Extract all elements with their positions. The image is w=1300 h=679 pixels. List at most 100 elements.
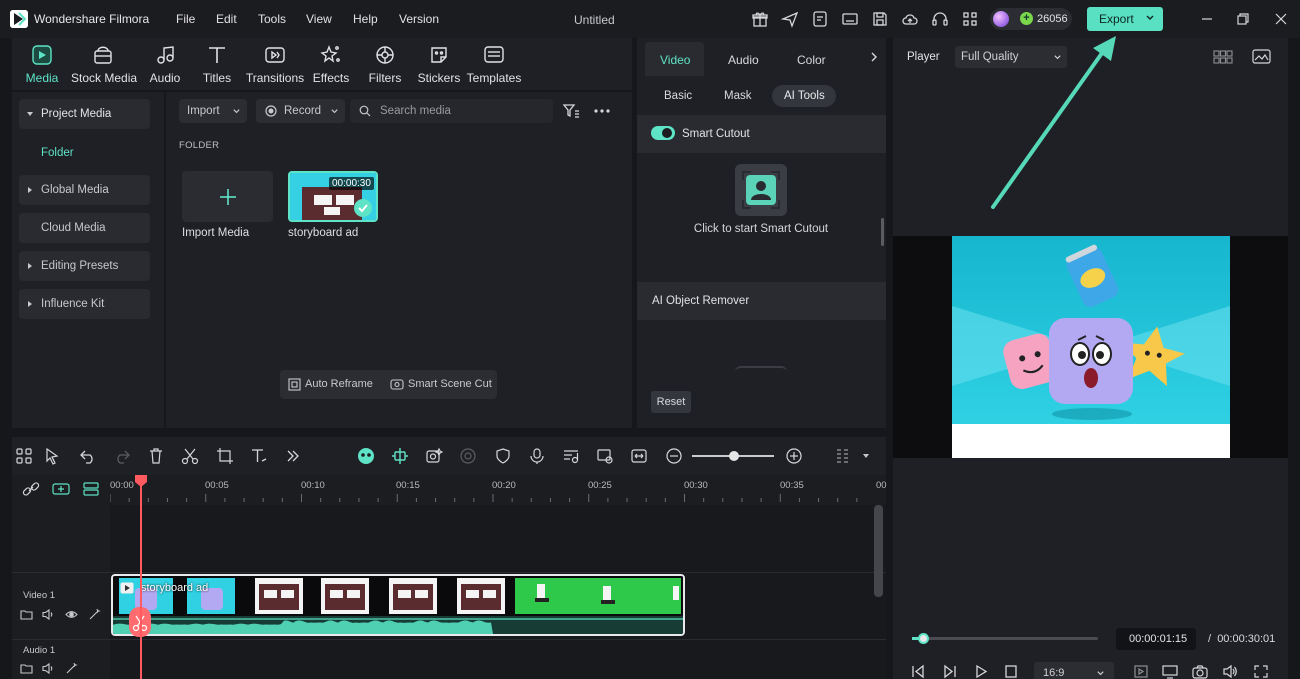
tab-video[interactable]: Video bbox=[660, 53, 690, 67]
save-icon[interactable] bbox=[871, 10, 889, 28]
picture-settings-icon[interactable] bbox=[596, 447, 614, 465]
import-dropdown[interactable]: Import bbox=[179, 99, 247, 123]
render-preview-icon[interactable] bbox=[1133, 664, 1149, 679]
select-cursor-icon[interactable] bbox=[44, 447, 62, 465]
filter-sort-icon[interactable] bbox=[562, 102, 580, 120]
credits-badge[interactable]: + 26056 bbox=[990, 8, 1072, 30]
headset-icon[interactable] bbox=[931, 10, 949, 28]
export-button[interactable]: Export bbox=[1087, 7, 1163, 31]
ai-face-icon[interactable] bbox=[357, 447, 375, 465]
menu-tools[interactable]: Tools bbox=[258, 12, 286, 26]
minimize-icon[interactable] bbox=[1198, 10, 1216, 28]
aspect-ratio-dropdown[interactable]: 16:9 bbox=[1034, 662, 1114, 679]
document-check-icon[interactable] bbox=[811, 10, 829, 28]
eye-icon[interactable] bbox=[65, 608, 78, 621]
more-tools-chevron-icon[interactable] bbox=[284, 447, 302, 465]
playhead-handle[interactable] bbox=[135, 475, 147, 487]
search-input[interactable] bbox=[380, 103, 540, 119]
record-dropdown[interactable]: Record bbox=[256, 99, 345, 123]
volume-icon[interactable] bbox=[1222, 664, 1238, 679]
zoom-slider-handle[interactable] bbox=[729, 451, 739, 461]
undo-icon[interactable] bbox=[79, 447, 97, 465]
auto-reframe-button[interactable]: Auto Reframe bbox=[305, 378, 373, 390]
redo-icon[interactable] bbox=[113, 447, 131, 465]
display-settings-icon[interactable] bbox=[1162, 664, 1178, 679]
fit-timeline-icon[interactable] bbox=[630, 447, 648, 465]
layout-grid-icon[interactable] bbox=[15, 447, 33, 465]
grid-view-icon[interactable] bbox=[1213, 49, 1233, 65]
smart-cutout-toggle[interactable] bbox=[651, 126, 675, 140]
reset-button[interactable]: Reset bbox=[651, 391, 691, 413]
tab-media[interactable]: Media bbox=[10, 44, 74, 88]
snap-magnet-icon[interactable] bbox=[391, 447, 409, 465]
next-frame-icon[interactable] bbox=[942, 664, 958, 679]
playhead[interactable] bbox=[140, 480, 142, 679]
maximize-icon[interactable] bbox=[1234, 10, 1252, 28]
ai-image-icon[interactable] bbox=[425, 447, 443, 465]
properties-scrollbar[interactable] bbox=[881, 218, 884, 246]
shield-marker-icon[interactable] bbox=[494, 447, 512, 465]
zoom-out-icon[interactable] bbox=[665, 447, 683, 465]
subtab-mask[interactable]: Mask bbox=[724, 90, 751, 102]
camera-snapshot-icon[interactable] bbox=[1192, 664, 1208, 679]
sidebar-item-folder[interactable]: Folder bbox=[41, 147, 74, 159]
zoom-in-icon[interactable] bbox=[785, 447, 803, 465]
caret-down-icon[interactable] bbox=[862, 452, 870, 460]
sidebar-item-cloud-media[interactable]: Cloud Media bbox=[19, 213, 150, 243]
menu-file[interactable]: File bbox=[176, 12, 195, 26]
menu-edit[interactable]: Edit bbox=[216, 12, 237, 26]
audio-mix-icon[interactable] bbox=[562, 447, 580, 465]
delete-icon[interactable] bbox=[147, 447, 165, 465]
gift-icon[interactable] bbox=[751, 10, 769, 28]
send-icon[interactable] bbox=[781, 10, 799, 28]
scissors-icon[interactable] bbox=[181, 447, 199, 465]
tab-templates[interactable]: Templates bbox=[462, 44, 526, 88]
seek-bar-track[interactable] bbox=[912, 637, 1098, 640]
video-preview-frame[interactable] bbox=[952, 236, 1230, 458]
subtab-basic[interactable]: Basic bbox=[664, 90, 692, 102]
ai-object-remover-button-partial[interactable] bbox=[735, 366, 787, 374]
previous-frame-icon[interactable] bbox=[910, 664, 926, 679]
microphone-icon[interactable] bbox=[528, 447, 546, 465]
chevron-right-icon[interactable] bbox=[868, 51, 880, 63]
menu-help[interactable]: Help bbox=[353, 12, 378, 26]
speaker-icon[interactable] bbox=[42, 662, 55, 675]
magic-wand-icon[interactable] bbox=[88, 608, 101, 621]
menu-view[interactable]: View bbox=[306, 12, 332, 26]
cloud-upload-icon[interactable] bbox=[901, 10, 919, 28]
tab-color[interactable]: Color bbox=[797, 53, 826, 67]
sidebar-item-global-media[interactable]: Global Media bbox=[19, 175, 150, 205]
add-track-icon[interactable] bbox=[52, 482, 70, 496]
tab-audio-props[interactable]: Audio bbox=[728, 53, 759, 67]
smart-scene-cut-button[interactable]: Smart Scene Cut bbox=[408, 378, 492, 390]
seek-handle[interactable] bbox=[918, 633, 929, 644]
sidebar-item-project-media[interactable]: Project Media bbox=[19, 99, 150, 129]
fullscreen-icon[interactable] bbox=[1253, 664, 1269, 679]
tab-titles[interactable]: Titles bbox=[185, 44, 249, 88]
apps-grid-icon[interactable] bbox=[961, 10, 979, 28]
timeline-vertical-scrollbar[interactable] bbox=[874, 505, 883, 597]
stabilize-icon[interactable] bbox=[459, 447, 477, 465]
folder-icon[interactable] bbox=[20, 608, 33, 621]
stop-icon[interactable] bbox=[1003, 664, 1019, 679]
monitor-icon[interactable] bbox=[841, 10, 859, 28]
crop-icon[interactable] bbox=[216, 447, 234, 465]
subtab-ai-tools[interactable]: AI Tools bbox=[784, 90, 825, 102]
tab-stock-media[interactable]: Stock Media bbox=[71, 44, 137, 88]
play-icon[interactable] bbox=[973, 664, 989, 679]
import-media-tile[interactable] bbox=[182, 171, 273, 222]
text-tool-icon[interactable] bbox=[250, 447, 268, 465]
start-smart-cutout-button[interactable] bbox=[735, 164, 787, 216]
more-options-icon[interactable] bbox=[593, 102, 611, 120]
snapshot-image-icon[interactable] bbox=[1252, 48, 1271, 65]
track-layout-icon[interactable] bbox=[834, 447, 852, 465]
magic-wand-icon[interactable] bbox=[65, 662, 78, 675]
sidebar-item-influence-kit[interactable]: Influence Kit bbox=[19, 289, 150, 319]
link-icon[interactable] bbox=[22, 481, 40, 497]
ai-object-remover-label[interactable]: AI Object Remover bbox=[652, 295, 749, 307]
folder-icon[interactable] bbox=[20, 662, 33, 675]
tab-transitions[interactable]: Transitions bbox=[243, 44, 307, 88]
track-manager-icon[interactable] bbox=[83, 482, 99, 496]
sidebar-item-editing-presets[interactable]: Editing Presets bbox=[19, 251, 150, 281]
speaker-icon[interactable] bbox=[42, 608, 55, 621]
